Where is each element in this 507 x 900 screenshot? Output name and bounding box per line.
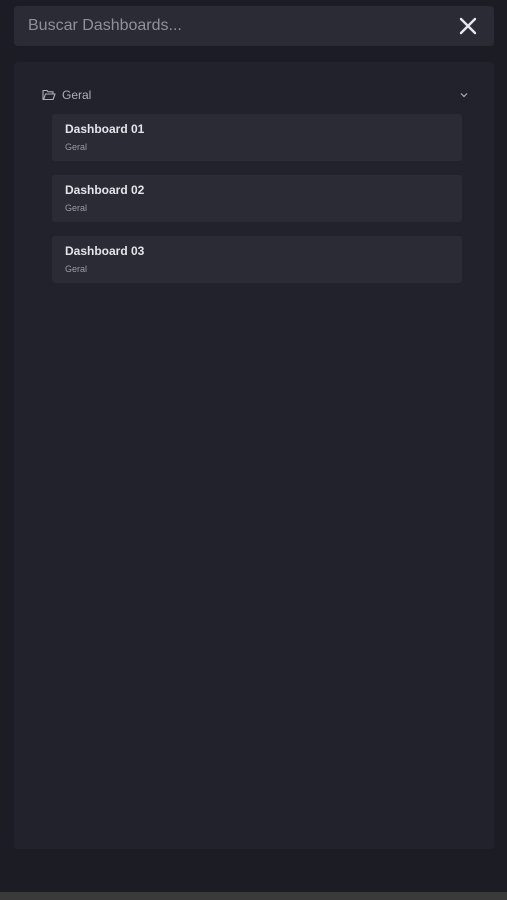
dashboard-card[interactable]: Dashboard 01 Geral <box>52 114 462 161</box>
dashboard-folder-label: Geral <box>65 203 88 213</box>
dashboards-panel: Geral Dashboard 01 Geral Dashboard 02 Ge… <box>14 62 494 849</box>
dashboard-card[interactable]: Dashboard 03 Geral <box>52 236 462 283</box>
folder-label: Geral <box>62 88 92 102</box>
dashboard-title: Dashboard 01 <box>65 122 145 136</box>
chevron-down-icon <box>460 93 468 98</box>
dashboard-card[interactable]: Dashboard 02 Geral <box>52 175 462 222</box>
dashboard-folder-label: Geral <box>65 264 88 274</box>
close-button[interactable] <box>456 14 480 38</box>
bottom-edge-bar <box>0 892 507 900</box>
folder-header-geral[interactable]: Geral <box>42 86 470 104</box>
dashboard-folder-label: Geral <box>65 142 88 152</box>
folder-open-icon <box>42 89 56 101</box>
collapse-toggle[interactable] <box>458 89 470 101</box>
dashboard-title: Dashboard 03 <box>65 244 145 258</box>
dashboard-title: Dashboard 02 <box>65 183 145 197</box>
search-input[interactable] <box>28 17 456 35</box>
dashboard-search-page: Geral Dashboard 01 Geral Dashboard 02 Ge… <box>0 0 507 900</box>
close-icon <box>459 17 477 35</box>
search-bar <box>14 6 494 46</box>
dashboard-list: Dashboard 01 Geral Dashboard 02 Geral Da… <box>52 114 462 297</box>
